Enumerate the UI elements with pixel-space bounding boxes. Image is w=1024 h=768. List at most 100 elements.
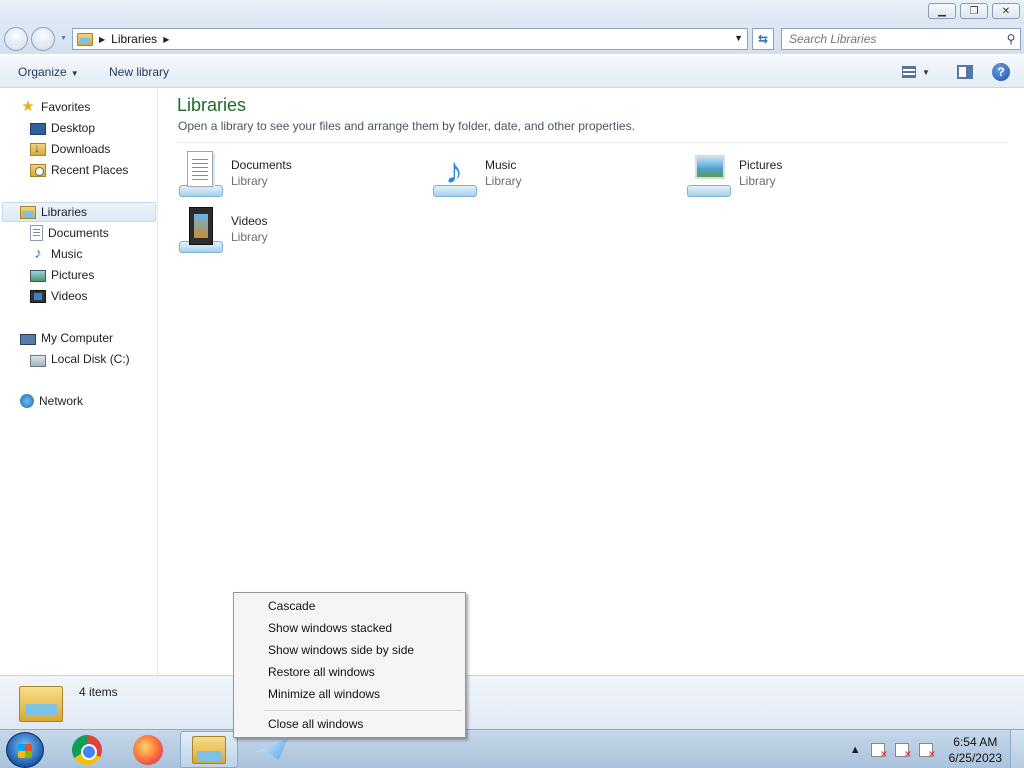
details-pane: 4 items — [0, 675, 1024, 729]
sidebar-item-desktop[interactable]: Desktop — [30, 118, 95, 138]
sidebar-item-label: Videos — [51, 289, 88, 303]
menu-item-close-all-windows[interactable]: Close all windows — [268, 717, 363, 731]
library-tile-music[interactable]: ♪ Music Library — [431, 149, 671, 201]
library-type: Library — [485, 174, 522, 188]
chrome-icon — [72, 734, 102, 765]
library-tile-documents[interactable]: Documents Library — [177, 149, 417, 201]
explorer-icon — [192, 735, 226, 764]
maximize-button[interactable]: ❐ — [960, 3, 988, 19]
menu-item-restore-all-windows[interactable]: Restore all windows — [268, 665, 375, 679]
sidebar-item-local-disk[interactable]: Local Disk (C:) — [30, 349, 130, 369]
chevron-down-icon: ▼ — [70, 69, 79, 78]
music-icon: ♪ — [34, 245, 42, 262]
window-controls: ▁ ❐ ✕ — [928, 3, 1020, 19]
sidebar-item-libraries[interactable]: Libraries — [2, 202, 156, 222]
library-type: Library — [231, 174, 268, 188]
sidebar-item-downloads[interactable]: Downloads — [30, 139, 110, 159]
view-icon — [902, 66, 916, 78]
sidebar-item-music[interactable]: ♪ Music — [30, 244, 82, 264]
item-count: 4 items — [79, 685, 118, 699]
help-button[interactable]: ? — [992, 63, 1010, 81]
music-library-icon: ♪ — [431, 149, 481, 199]
libraries-icon — [20, 205, 36, 219]
recent-places-icon — [30, 163, 46, 177]
network-icon — [20, 394, 34, 408]
sidebar-item-label: Music — [51, 247, 83, 261]
sidebar-item-label: Documents — [48, 226, 109, 240]
refresh-button[interactable]: ⇆ — [752, 28, 774, 50]
page-title: Libraries — [177, 95, 247, 115]
address-dropdown-icon[interactable]: ▼ — [734, 33, 743, 43]
address-bar[interactable]: ▶ Libraries ▶ ▼ — [72, 28, 748, 50]
library-tile-pictures[interactable]: Pictures Library — [685, 149, 925, 201]
new-library-button[interactable]: New library — [109, 65, 169, 79]
sidebar-item-videos[interactable]: Videos — [30, 286, 87, 306]
forward-button[interactable] — [31, 27, 55, 51]
show-desktop-button[interactable] — [1010, 730, 1024, 768]
close-button[interactable]: ✕ — [992, 3, 1020, 19]
taskbar-context-menu: Cascade Show windows stacked Show window… — [233, 592, 466, 738]
menu-item-minimize-all-windows[interactable]: Minimize all windows — [268, 687, 380, 701]
videos-icon — [30, 289, 46, 303]
star-icon: ★ — [21, 98, 35, 115]
library-type: Library — [231, 230, 268, 244]
title-bar: ▁ ❐ ✕ — [0, 0, 1024, 24]
taskbar-chrome[interactable] — [58, 731, 116, 768]
sidebar-item-pictures[interactable]: Pictures — [30, 265, 94, 285]
sidebar-item-label: Downloads — [51, 142, 111, 156]
documents-library-icon — [177, 149, 227, 199]
taskbar-explorer[interactable] — [180, 731, 238, 768]
clock[interactable]: 6:54 AM 6/25/2023 — [949, 734, 1002, 766]
sidebar-item-label: Desktop — [51, 121, 96, 135]
minimize-button[interactable]: ▁ — [928, 3, 956, 19]
recent-pages-dropdown[interactable]: ▼ — [60, 35, 67, 42]
chevron-down-icon[interactable]: ▼ — [922, 68, 930, 77]
videos-library-icon — [177, 205, 227, 255]
volume-muted-icon[interactable] — [918, 742, 936, 760]
firefox-icon — [133, 734, 163, 765]
library-name: Pictures — [739, 158, 783, 172]
downloads-icon — [30, 141, 46, 156]
sidebar-item-documents[interactable]: Documents — [30, 223, 109, 243]
menu-separator — [264, 710, 462, 711]
breadcrumb-libraries[interactable]: Libraries — [111, 32, 157, 46]
organize-button[interactable]: Organize ▼ — [18, 65, 79, 79]
action-center-icon[interactable] — [870, 742, 888, 760]
sidebar-item-favorites[interactable]: ★ Favorites — [20, 97, 90, 117]
clock-time: 6:54 AM — [953, 734, 998, 749]
clock-date: 6/25/2023 — [948, 750, 1002, 765]
menu-item-show-windows-side-by-side[interactable]: Show windows side by side — [268, 643, 414, 657]
sidebar-item-label: Pictures — [51, 268, 95, 282]
show-hidden-icons-button[interactable]: ▲ — [850, 744, 861, 756]
sidebar-item-network[interactable]: Network — [20, 391, 83, 411]
content-pane: Libraries Open a library to see your fil… — [159, 89, 1024, 675]
sidebar-item-label: Favorites — [41, 100, 91, 114]
sidebar-item-label: Network — [39, 394, 84, 408]
taskbar-firefox[interactable] — [119, 731, 177, 768]
sidebar-item-label: Libraries — [41, 205, 88, 219]
libraries-folder-icon — [19, 682, 63, 722]
navigation-pane: ★ Favorites Desktop Downloads Recent Pla… — [0, 89, 158, 675]
search-box[interactable]: ⚲ — [781, 28, 1021, 50]
sidebar-item-recent-places[interactable]: Recent Places — [30, 160, 128, 180]
local-disk-icon — [30, 354, 46, 367]
sidebar-item-label: Recent Places — [51, 163, 129, 177]
pictures-library-icon — [685, 149, 735, 199]
search-icon[interactable]: ⚲ — [1002, 32, 1020, 46]
taskbar: ▲ 6:54 AM 6/25/2023 — [0, 729, 1024, 768]
start-button[interactable] — [6, 732, 44, 768]
library-name: Music — [485, 158, 517, 172]
network-status-icon[interactable] — [894, 742, 912, 760]
search-input[interactable] — [782, 32, 1002, 46]
breadcrumb-arrow-icon[interactable]: ▶ — [163, 35, 169, 44]
back-button[interactable] — [4, 27, 28, 51]
sidebar-item-my-computer[interactable]: My Computer — [20, 328, 113, 348]
preview-pane-button[interactable] — [957, 65, 973, 79]
change-view-button[interactable]: ▼ — [902, 64, 936, 80]
menu-item-cascade[interactable]: Cascade — [268, 599, 315, 613]
menu-item-show-windows-stacked[interactable]: Show windows stacked — [268, 621, 392, 635]
library-tile-videos[interactable]: Videos Library — [177, 205, 417, 257]
breadcrumb-arrow-icon[interactable]: ▶ — [99, 35, 105, 44]
sidebar-item-label: My Computer — [41, 331, 114, 345]
pictures-icon — [30, 270, 46, 282]
